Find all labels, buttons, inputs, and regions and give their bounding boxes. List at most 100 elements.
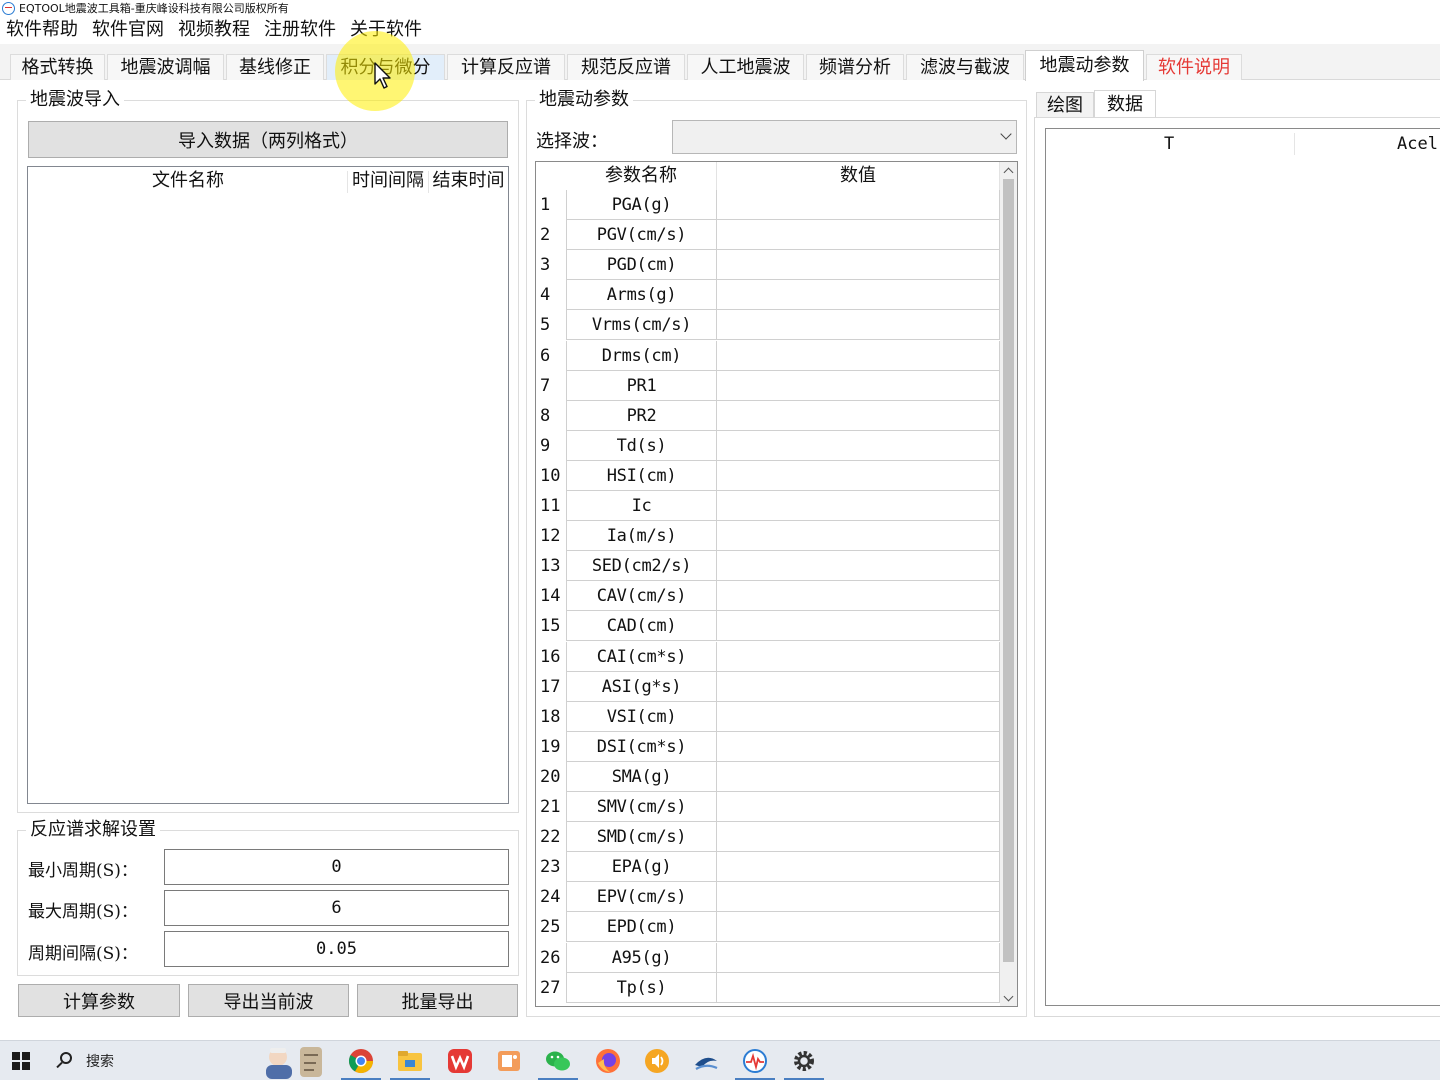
- param-name-cell[interactable]: DSI(cm*s): [566, 731, 717, 762]
- max-period-input[interactable]: 6: [164, 890, 509, 926]
- param-name-cell[interactable]: Ia(m/s): [566, 521, 717, 552]
- table-row[interactable]: 14 CAV(cm/s): [536, 581, 1000, 612]
- spectrum-data-table[interactable]: T Acel: [1045, 128, 1440, 1006]
- tab-amplitude-scaling[interactable]: 地震波调幅: [107, 54, 224, 80]
- param-value-cell[interactable]: [717, 521, 1000, 552]
- param-name-cell[interactable]: CAV(cm/s): [566, 581, 717, 612]
- table-row[interactable]: 11 Ic: [536, 491, 1000, 522]
- table-row[interactable]: 3 PGD(cm): [536, 250, 1000, 281]
- param-name-cell[interactable]: Ic: [566, 491, 717, 522]
- table-row[interactable]: 9 Td(s): [536, 430, 1000, 461]
- param-name-cell[interactable]: CAD(cm): [566, 611, 717, 642]
- param-value-cell[interactable]: [717, 551, 1000, 582]
- table-row[interactable]: 16 CAI(cm*s): [536, 641, 1000, 672]
- chrome-icon[interactable]: [341, 1047, 381, 1080]
- table-row[interactable]: 26 A95(g): [536, 942, 1000, 973]
- column-t[interactable]: T: [1164, 129, 1174, 159]
- tab-spectrum-analysis[interactable]: 频谱分析: [806, 54, 904, 80]
- windows-start-icon[interactable]: [12, 1052, 30, 1070]
- wave-file-list[interactable]: 文件名称 时间间隔 结束时间: [27, 166, 509, 804]
- audio-app-icon[interactable]: [643, 1047, 671, 1075]
- wechat-icon[interactable]: [538, 1047, 578, 1080]
- param-name-cell[interactable]: PGA(g): [566, 190, 717, 221]
- tab-baseline-correction[interactable]: 基线修正: [226, 54, 324, 80]
- param-name-cell[interactable]: A95(g): [566, 942, 717, 973]
- param-name-cell[interactable]: SMD(cm/s): [566, 822, 717, 853]
- param-value-cell[interactable]: [717, 701, 1000, 732]
- menu-official-site[interactable]: 软件官网: [86, 16, 172, 44]
- tab-software-manual[interactable]: 软件说明: [1146, 54, 1242, 80]
- select-wave-dropdown[interactable]: [672, 120, 1017, 154]
- table-row[interactable]: 7 PR1: [536, 370, 1000, 401]
- param-value-cell[interactable]: [717, 220, 1000, 251]
- param-name-cell[interactable]: HSI(cm): [566, 460, 717, 491]
- param-value-cell[interactable]: [717, 641, 1000, 672]
- param-value-cell[interactable]: [717, 370, 1000, 401]
- param-value-cell[interactable]: [717, 190, 1000, 221]
- column-param-value[interactable]: 数值: [717, 162, 1000, 190]
- param-value-cell[interactable]: [717, 822, 1000, 853]
- param-value-cell[interactable]: [717, 340, 1000, 371]
- param-value-cell[interactable]: [717, 310, 1000, 341]
- table-row[interactable]: 6 Drms(cm): [536, 340, 1000, 371]
- param-name-cell[interactable]: EPA(g): [566, 852, 717, 883]
- tab-plot[interactable]: 绘图: [1036, 92, 1094, 118]
- batch-export-button[interactable]: 批量导出: [357, 984, 518, 1017]
- param-value-cell[interactable]: [717, 852, 1000, 883]
- scroll-down-icon[interactable]: [1000, 989, 1017, 1006]
- table-row[interactable]: 17 ASI(g*s): [536, 671, 1000, 702]
- menu-video-tutorial[interactable]: 视频教程: [172, 16, 258, 44]
- table-row[interactable]: 21 SMV(cm/s): [536, 792, 1000, 823]
- eqtool-app-icon[interactable]: [735, 1047, 775, 1080]
- param-value-cell[interactable]: [717, 491, 1000, 522]
- param-value-cell[interactable]: [717, 460, 1000, 491]
- param-value-cell[interactable]: [717, 400, 1000, 431]
- param-value-cell[interactable]: [717, 792, 1000, 823]
- params-table[interactable]: 参数名称 数值 1 PGA(g) 2 PGV(cm/s) 3 PGD(cm) 4 Arms(g…: [535, 161, 1018, 1007]
- scroll-thumb[interactable]: [1003, 179, 1014, 962]
- menu-about[interactable]: 关于软件: [344, 16, 430, 44]
- param-name-cell[interactable]: EPD(cm): [566, 912, 717, 943]
- settings-gear-icon[interactable]: [784, 1047, 824, 1080]
- table-row[interactable]: 2 PGV(cm/s): [536, 220, 1000, 251]
- presentation-icon[interactable]: [495, 1047, 523, 1075]
- param-name-cell[interactable]: Td(s): [566, 430, 717, 461]
- tab-integration-differentiation[interactable]: 积分与微分: [326, 54, 445, 80]
- firefox-icon[interactable]: [594, 1047, 622, 1075]
- import-data-button[interactable]: 导入数据（两列格式）: [28, 121, 508, 158]
- table-row[interactable]: 4 Arms(g): [536, 280, 1000, 311]
- tab-format-convert[interactable]: 格式转换: [10, 54, 105, 80]
- table-row[interactable]: 13 SED(cm2/s): [536, 551, 1000, 582]
- param-value-cell[interactable]: [717, 912, 1000, 943]
- param-name-cell[interactable]: VSI(cm): [566, 701, 717, 732]
- param-name-cell[interactable]: CAI(cm*s): [566, 641, 717, 672]
- param-name-cell[interactable]: PGD(cm): [566, 250, 717, 281]
- param-name-cell[interactable]: Vrms(cm/s): [566, 310, 717, 341]
- calculate-params-button[interactable]: 计算参数: [18, 984, 180, 1017]
- min-period-input[interactable]: 0: [164, 849, 509, 885]
- param-value-cell[interactable]: [717, 671, 1000, 702]
- table-row[interactable]: 18 VSI(cm): [536, 701, 1000, 732]
- scroll-up-icon[interactable]: [1000, 162, 1017, 179]
- param-name-cell[interactable]: Tp(s): [566, 972, 717, 1003]
- param-value-cell[interactable]: [717, 882, 1000, 913]
- export-current-wave-button[interactable]: 导出当前波: [188, 984, 349, 1017]
- table-row[interactable]: 10 HSI(cm): [536, 460, 1000, 491]
- params-table-scrollbar[interactable]: [1000, 162, 1017, 1006]
- param-value-cell[interactable]: [717, 761, 1000, 792]
- param-value-cell[interactable]: [717, 250, 1000, 281]
- param-value-cell[interactable]: [717, 611, 1000, 642]
- param-name-cell[interactable]: SMA(g): [566, 761, 717, 792]
- taskbar-search[interactable]: 搜索: [44, 1041, 334, 1080]
- table-row[interactable]: 12 Ia(m/s): [536, 521, 1000, 552]
- tab-filter-truncate[interactable]: 滤波与截波: [906, 54, 1024, 80]
- param-name-cell[interactable]: Arms(g): [566, 280, 717, 311]
- param-name-cell[interactable]: EPV(cm/s): [566, 882, 717, 913]
- column-param-name[interactable]: 参数名称: [566, 162, 717, 190]
- param-name-cell[interactable]: PR2: [566, 400, 717, 431]
- file-explorer-icon[interactable]: [390, 1047, 430, 1080]
- tab-ground-motion-params[interactable]: 地震动参数: [1025, 50, 1144, 81]
- tab-compute-response-spectrum[interactable]: 计算反应谱: [447, 54, 565, 80]
- param-name-cell[interactable]: PGV(cm/s): [566, 220, 717, 251]
- param-name-cell[interactable]: Drms(cm): [566, 340, 717, 371]
